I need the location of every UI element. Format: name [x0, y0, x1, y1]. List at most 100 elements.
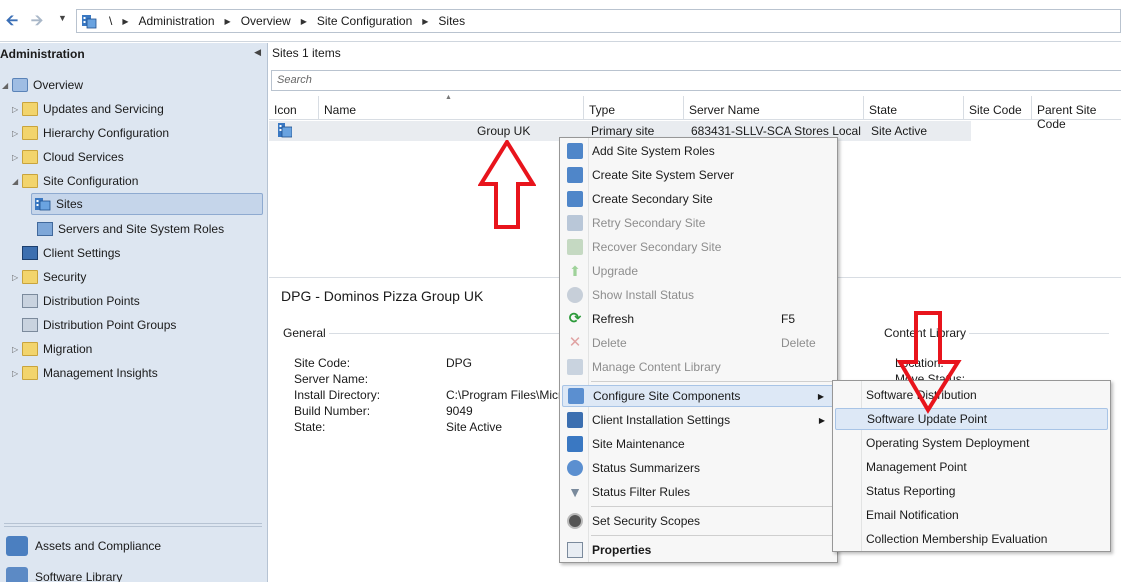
recover-secondary-site-icon — [567, 239, 583, 255]
column-header-row: Icon Name Type Server Name State Site Co… — [269, 96, 1121, 131]
menu-item-add-site-system-roles[interactable]: Add Site System Roles — [562, 140, 835, 162]
breadcrumb-sites[interactable]: Sites — [438, 14, 465, 28]
menu-item-status-filter-rules[interactable]: ▼ Status Filter Rules — [562, 481, 835, 503]
submenu-item-software-update-point[interactable]: Software Update Point — [835, 408, 1108, 430]
back-arrow-icon[interactable]: 🡨 — [2, 12, 22, 32]
menu-item-show-install-status[interactable]: Show Install Status — [562, 284, 835, 306]
menu-item-label: Show Install Status — [592, 288, 695, 302]
tree-item-label: Overview — [33, 78, 84, 92]
collapsed-arrow-icon[interactable]: ▷ — [12, 105, 22, 114]
submenu-item-collection-membership-evaluation[interactable]: Collection Membership Evaluation — [835, 528, 1108, 550]
menu-item-shortcut: Delete — [781, 336, 816, 350]
menu-item-client-installation-settings[interactable]: Client Installation Settings ▶ — [562, 409, 835, 431]
collapsed-arrow-icon[interactable]: ▷ — [12, 273, 22, 282]
workspace-label: Assets and Compliance — [35, 539, 162, 553]
menu-item-create-site-system-server[interactable]: Create Site System Server — [562, 164, 835, 186]
breadcrumb-site-configuration[interactable]: Site Configuration — [317, 14, 412, 28]
field-state-value: Site Active — [446, 420, 503, 434]
menu-item-properties[interactable]: Properties — [562, 539, 835, 561]
cell-server-name: 683431-SLLV-SCA Stores Local — [691, 124, 861, 138]
upgrade-arrow-icon: ⬆ — [569, 263, 581, 279]
menu-item-delete[interactable]: ✕ Delete Delete — [562, 332, 835, 354]
tree-item-servers-and-site-system-roles[interactable]: Servers and Site System Roles — [37, 218, 224, 240]
workspace-divider[interactable] — [4, 523, 262, 527]
menu-item-label: Client Installation Settings — [592, 413, 731, 427]
submenu-arrow-icon: ▶ — [818, 415, 825, 425]
menu-item-label: Properties — [592, 543, 652, 557]
column-header-icon[interactable]: Icon — [269, 96, 319, 120]
breadcrumb-administration[interactable]: Administration — [139, 14, 215, 28]
menu-item-site-maintenance[interactable]: Site Maintenance — [562, 433, 835, 455]
menu-item-shortcut: F5 — [781, 312, 796, 326]
breadcrumb-separator-icon[interactable]: ▶ — [122, 17, 128, 26]
folder-icon — [22, 126, 38, 140]
breadcrumb-overview[interactable]: Overview — [241, 14, 291, 28]
field-install-directory-label: Install Directory: — [294, 388, 381, 402]
cell-name: Group UK — [477, 124, 531, 138]
tree-item-sites[interactable]: Sites — [31, 193, 263, 215]
workspace-label: Software Library — [35, 570, 123, 582]
column-header-server-name[interactable]: Server Name — [684, 96, 864, 120]
tree-item-label: Management Insights — [43, 366, 158, 380]
submenu-item-software-distribution[interactable]: Software Distribution — [835, 384, 1108, 406]
tree-item-label: Distribution Point Groups — [43, 318, 177, 332]
menu-item-label: Refresh — [592, 312, 635, 326]
tree-item-client-settings[interactable]: Client Settings — [22, 242, 120, 264]
submenu-item-management-point[interactable]: Management Point — [835, 456, 1108, 478]
tree-item-management-insights[interactable]: ▷ Management Insights — [12, 362, 158, 384]
tree-item-distribution-point-groups[interactable]: Distribution Point Groups — [22, 314, 176, 336]
tree-item-migration[interactable]: ▷ Migration — [12, 338, 92, 360]
software-library-icon — [6, 567, 28, 582]
tree-item-hierarchy-configuration[interactable]: ▷ Hierarchy Configuration — [12, 122, 169, 144]
column-header-state[interactable]: State — [864, 96, 964, 120]
submenu-item-operating-system-deployment[interactable]: Operating System Deployment — [835, 432, 1108, 454]
add-roles-icon — [567, 143, 583, 159]
column-header-name[interactable]: Name — [319, 96, 584, 120]
tree-item-overview[interactable]: ◢ Overview — [2, 74, 83, 96]
menu-item-set-security-scopes[interactable]: Set Security Scopes — [562, 510, 835, 532]
menu-item-retry-secondary-site[interactable]: Retry Secondary Site — [562, 212, 835, 234]
forward-arrow-icon[interactable]: 🡪 — [27, 12, 47, 32]
column-header-parent-site-code[interactable]: Parent Site Code — [1032, 96, 1121, 131]
tree-item-updates-and-servicing[interactable]: ▷ Updates and Servicing — [12, 98, 164, 120]
tree-item-site-configuration[interactable]: ◢ Site Configuration — [12, 170, 138, 192]
configure-components-icon — [568, 388, 584, 404]
menu-item-upgrade[interactable]: ⬆ Upgrade — [562, 260, 835, 282]
folder-icon — [22, 174, 38, 188]
tree-item-distribution-points[interactable]: Distribution Points — [22, 290, 140, 312]
breadcrumb-separator-icon[interactable]: ▶ — [422, 17, 428, 26]
menu-item-configure-site-components[interactable]: Configure Site Components ▶ — [562, 385, 835, 407]
collapsed-arrow-icon[interactable]: ▷ — [12, 153, 22, 162]
breadcrumb-separator-icon[interactable]: ▶ — [301, 17, 307, 26]
workspace-software-library[interactable]: Software Library — [6, 563, 122, 582]
list-title: Sites 1 items — [272, 46, 341, 60]
menu-item-create-secondary-site[interactable]: Create Secondary Site — [562, 188, 835, 210]
tree-item-cloud-services[interactable]: ▷ Cloud Services — [12, 146, 124, 168]
column-header-site-code[interactable]: Site Code — [964, 96, 1032, 120]
menu-item-status-summarizers[interactable]: Status Summarizers — [562, 457, 835, 479]
address-bar[interactable]: \ ▶ Administration ▶ Overview ▶ Site Con… — [76, 9, 1121, 33]
tree-item-security[interactable]: ▷ Security — [12, 266, 86, 288]
collapsed-arrow-icon[interactable]: ▷ — [12, 369, 22, 378]
menu-item-refresh[interactable]: ⟳ Refresh F5 — [562, 308, 835, 330]
tree-item-label: Hierarchy Configuration — [43, 126, 170, 140]
workspace-assets-and-compliance[interactable]: Assets and Compliance — [6, 532, 161, 560]
expanded-arrow-icon[interactable]: ◢ — [2, 81, 12, 90]
column-header-type[interactable]: Type — [584, 96, 684, 120]
delete-x-icon: ✕ — [568, 334, 582, 351]
menu-item-recover-secondary-site[interactable]: Recover Secondary Site — [562, 236, 835, 258]
search-input[interactable]: Search — [271, 70, 1121, 91]
breadcrumb-separator-icon[interactable]: ▶ — [225, 17, 231, 26]
history-dropdown-icon[interactable]: ▼ — [58, 13, 67, 23]
collapsed-arrow-icon[interactable]: ▷ — [12, 129, 22, 138]
expanded-arrow-icon[interactable]: ◢ — [12, 177, 22, 186]
submenu-item-email-notification[interactable]: Email Notification — [835, 504, 1108, 526]
workspace-header: Administration ◀ — [0, 43, 267, 65]
breadcrumb-root[interactable]: \ — [109, 14, 112, 28]
collapsed-arrow-icon[interactable]: ▷ — [12, 345, 22, 354]
field-state-label: State: — [294, 420, 326, 434]
collapse-pane-icon[interactable]: ◀ — [254, 47, 261, 58]
folder-icon — [22, 150, 38, 164]
menu-item-manage-content-library[interactable]: Manage Content Library — [562, 356, 835, 378]
submenu-item-status-reporting[interactable]: Status Reporting — [835, 480, 1108, 502]
